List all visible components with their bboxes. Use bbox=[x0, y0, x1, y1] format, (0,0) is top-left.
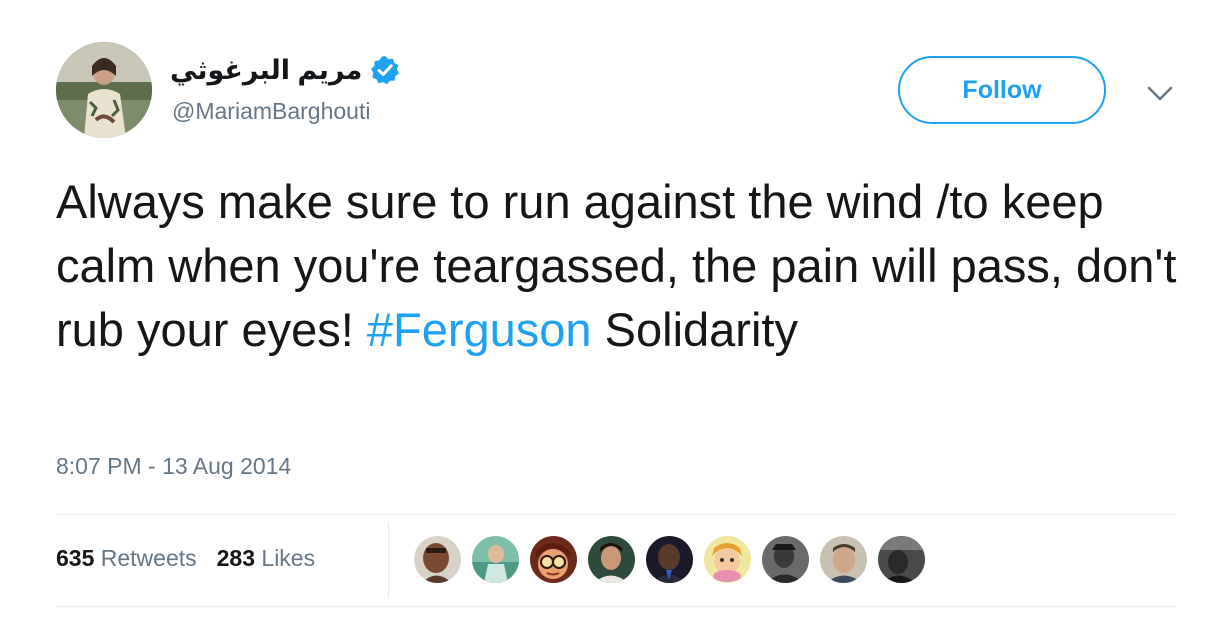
likes-stat[interactable]: 283 Likes bbox=[217, 542, 315, 574]
liker-facepile bbox=[414, 536, 925, 583]
liker-avatar[interactable] bbox=[704, 536, 751, 583]
tweet-stats: 635 Retweets 283 Likes bbox=[56, 542, 315, 574]
liker-avatar[interactable] bbox=[820, 536, 867, 583]
likes-count: 283 bbox=[216, 545, 256, 571]
retweets-label: Retweets bbox=[100, 545, 197, 571]
tweet-text-part: Solidarity bbox=[591, 303, 798, 356]
verified-badge-icon bbox=[370, 55, 400, 85]
user-name-row[interactable]: مريم البرغوثي bbox=[170, 50, 400, 90]
liker-avatar[interactable] bbox=[472, 536, 519, 583]
retweets-count: 635 bbox=[56, 545, 95, 571]
liker-avatar[interactable] bbox=[530, 536, 577, 583]
tweet-text: Always make sure to run against the wind… bbox=[56, 170, 1196, 362]
divider bbox=[56, 514, 1176, 515]
profile-avatar[interactable] bbox=[56, 42, 152, 138]
display-name[interactable]: مريم البرغوثي bbox=[170, 50, 362, 90]
retweets-stat[interactable]: 635 Retweets bbox=[56, 542, 197, 574]
liker-avatar[interactable] bbox=[878, 536, 925, 583]
user-handle[interactable]: @MariamBarghouti bbox=[172, 96, 370, 126]
divider bbox=[388, 522, 389, 598]
tweet-timestamp[interactable]: 8:07 PM - 13 Aug 2014 bbox=[56, 450, 291, 482]
likes-label: Likes bbox=[261, 545, 316, 571]
liker-avatar[interactable] bbox=[414, 536, 461, 583]
liker-avatar[interactable] bbox=[762, 536, 809, 583]
follow-button[interactable]: Follow bbox=[898, 56, 1106, 124]
hashtag-link[interactable]: #Ferguson bbox=[367, 303, 592, 356]
liker-avatar[interactable] bbox=[646, 536, 693, 583]
divider bbox=[56, 606, 1176, 607]
liker-avatar[interactable] bbox=[588, 536, 635, 583]
chevron-down-icon[interactable] bbox=[1144, 80, 1176, 108]
